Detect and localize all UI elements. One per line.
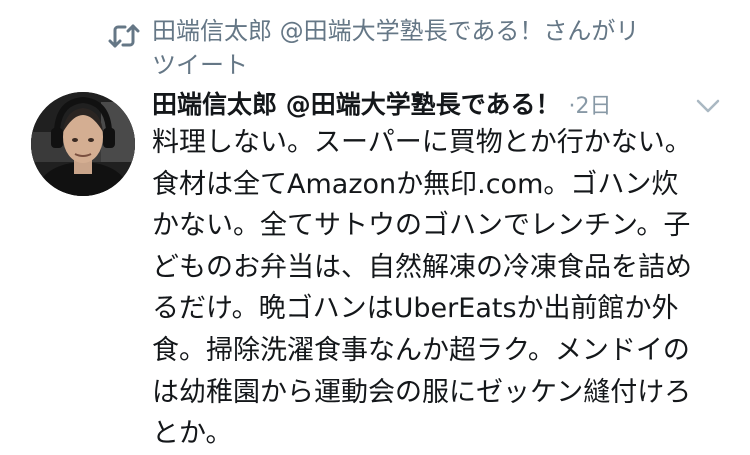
tweet-text-line: るだけ。晩ゴハンはUberEatsか出前館か外: [152, 293, 679, 325]
tweet-text-line: 食。掃除洗濯食事なんか超ラク。メンドイの: [152, 334, 690, 366]
tweet-text-line: とか。: [152, 418, 233, 450]
tweet-text-line: 食材は全てAmazonか無印.com。ゴハン炊: [152, 168, 679, 200]
tweet-text-line: どものお弁当は、自然解凍の冷凍食品を詰め: [152, 251, 692, 283]
avatar-photo: [31, 92, 135, 196]
timestamp[interactable]: 2日: [575, 94, 611, 119]
tweet-text-line: かない。全てサトウのゴハンでレンチン。子: [152, 210, 691, 242]
tweet-header: 田端信太郎 @田端大学塾長である！ ·2日: [152, 85, 611, 123]
tweet-card[interactable]: 田端信太郎 @田端大学塾長である！さんがリ ツイート 田端信太郎 @田端大学塾長…: [0, 0, 750, 449]
retweet-label-line: ツイート: [152, 51, 248, 79]
tweet-text: 料理しない。スーパーに買物とか行かない。 食材は全てAmazonか無印.com。…: [152, 122, 732, 455]
retweet-icon: [108, 24, 140, 48]
tweet-text-line: は幼稚園から運動会の服にゼッケン縫付けろ: [152, 376, 692, 408]
retweet-label[interactable]: 田端信太郎 @田端大学塾長である！さんがリ ツイート: [152, 14, 672, 82]
retweet-label-line: 田端信太郎 @田端大学塾長である！さんがリ: [152, 17, 640, 45]
avatar[interactable]: [31, 92, 135, 196]
chevron-down-icon[interactable]: [694, 96, 722, 116]
tweet-text-line: 料理しない。スーパーに買物とか行かない。: [152, 127, 692, 158]
author-name[interactable]: 田端信太郎 @田端大学塾長である！: [152, 90, 560, 119]
